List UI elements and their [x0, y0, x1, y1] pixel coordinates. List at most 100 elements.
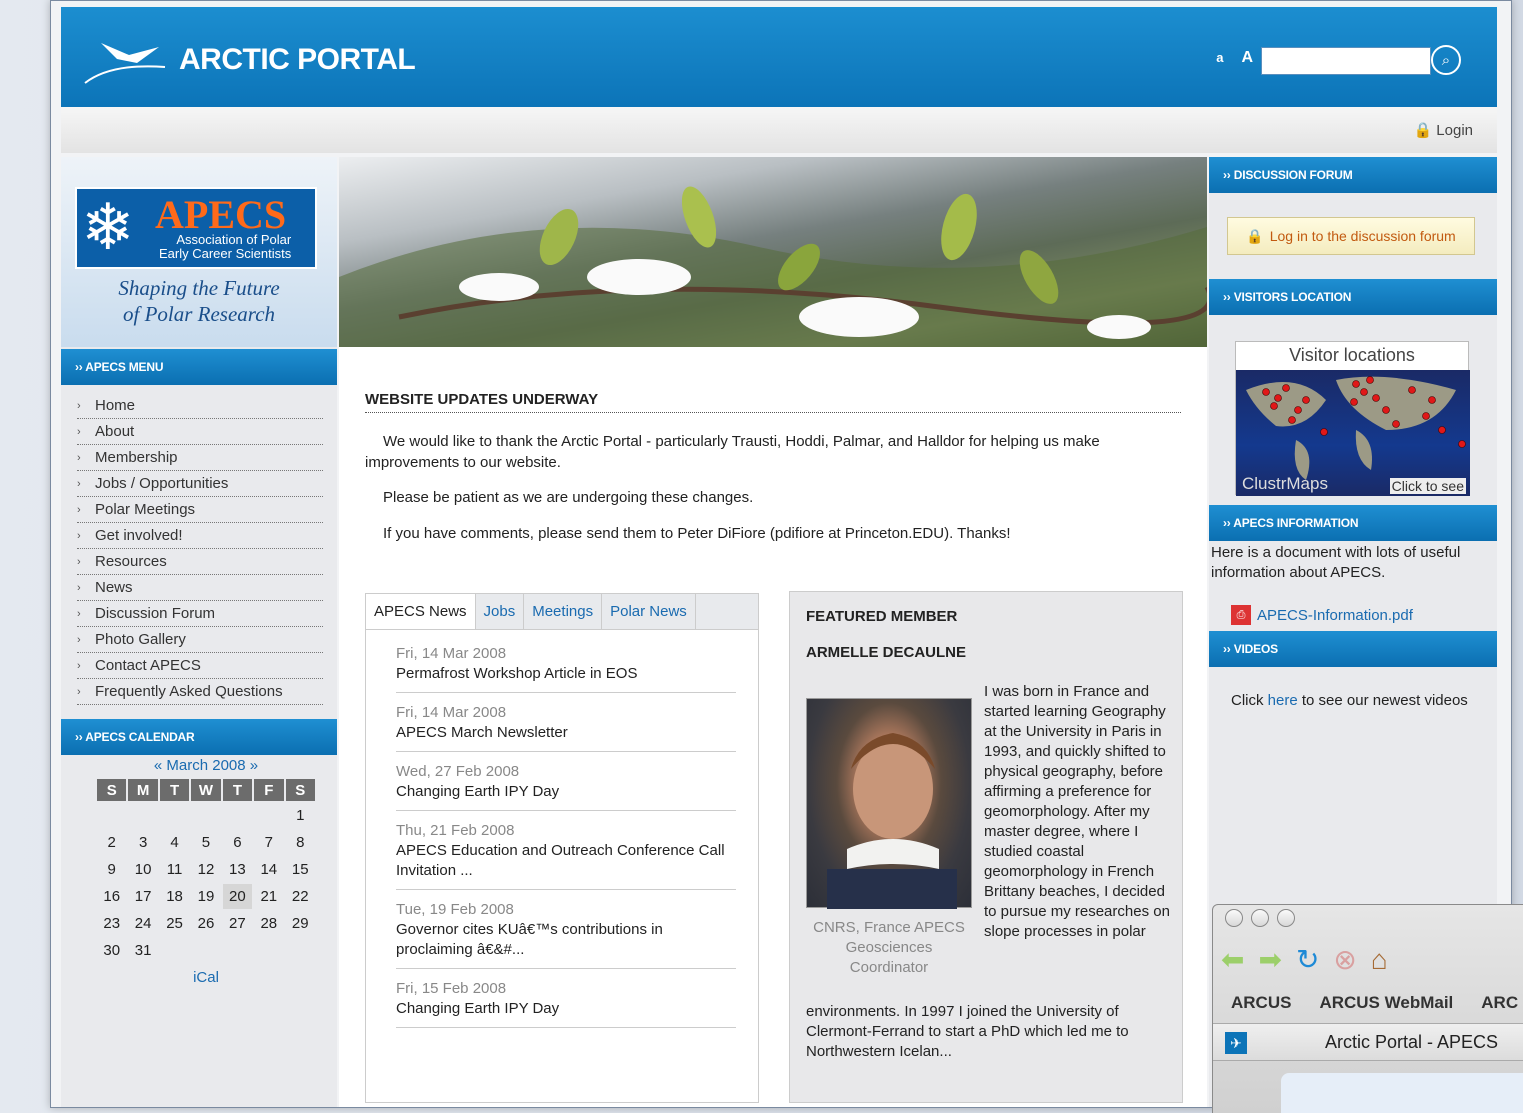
- calendar-day[interactable]: 11: [160, 857, 189, 882]
- menu-item[interactable]: › Polar Meetings: [77, 497, 323, 523]
- bookmark-item[interactable]: ARCUS: [1231, 993, 1291, 1013]
- calendar-day[interactable]: 18: [160, 884, 189, 909]
- apecs-tagline: Shaping the Future of Polar Research: [61, 275, 337, 327]
- menu-item[interactable]: › Discussion Forum: [77, 601, 323, 627]
- menu-item[interactable]: › About: [77, 419, 323, 445]
- forward-arrow-icon[interactable]: ➡: [1258, 943, 1281, 976]
- menu-item[interactable]: › Resources: [77, 549, 323, 575]
- browser-tab-title: Arctic Portal - APECS: [1325, 1032, 1499, 1052]
- ical-link[interactable]: iCal: [95, 969, 317, 986]
- forum-login-button[interactable]: 🔒 Log in to the discussion forum: [1227, 217, 1475, 255]
- tab-jobs[interactable]: Jobs: [476, 594, 525, 629]
- arctic-portal-logo[interactable]: ARCTIC PORTAL: [81, 33, 416, 87]
- tab-polar-news[interactable]: Polar News: [602, 594, 696, 629]
- close-window-button[interactable]: [1225, 909, 1243, 927]
- calendar-day[interactable]: 13: [223, 857, 252, 882]
- font-smaller-button[interactable]: a: [1216, 50, 1223, 65]
- calendar-day[interactable]: 27: [223, 911, 252, 936]
- calendar-day[interactable]: 25: [160, 911, 189, 936]
- info-text: Here is a document with lots of useful i…: [1211, 544, 1461, 581]
- news-title[interactable]: APECS March Newsletter: [396, 723, 736, 743]
- news-item[interactable]: Tue, 19 Feb 2008 Governor cites KUâ€™s co…: [396, 898, 736, 969]
- login-link[interactable]: 🔒 Login: [1414, 121, 1473, 140]
- calendar-day[interactable]: 6: [223, 830, 252, 855]
- calendar-day[interactable]: 29: [286, 911, 315, 936]
- news-title[interactable]: Permafrost Workshop Article in EOS: [396, 664, 736, 684]
- calendar-weekday: T: [159, 779, 190, 801]
- calendar-day[interactable]: 7: [254, 830, 283, 855]
- calendar-day[interactable]: 20: [222, 884, 253, 909]
- news-title[interactable]: APECS Education and Outreach Conference …: [396, 841, 736, 881]
- back-arrow-icon[interactable]: ⬅: [1221, 943, 1244, 976]
- calendar-day[interactable]: 10: [128, 857, 157, 882]
- calendar-day[interactable]: 9: [97, 857, 126, 882]
- stop-icon[interactable]: ⊗: [1333, 943, 1356, 976]
- calendar-day[interactable]: 14: [254, 857, 283, 882]
- minimize-window-button[interactable]: [1251, 909, 1269, 927]
- calendar-day[interactable]: 16: [97, 884, 126, 909]
- news-item[interactable]: Fri, 14 Mar 2008 Permafrost Workshop Arti…: [396, 642, 736, 693]
- calendar-day[interactable]: 2: [97, 830, 126, 855]
- menu-item[interactable]: › Frequently Asked Questions: [77, 679, 323, 705]
- calendar-day[interactable]: 3: [128, 830, 157, 855]
- apecs-logo-block[interactable]: ❄ APECS Association of Polar Early Caree…: [61, 157, 337, 347]
- menu-item[interactable]: › Contact APECS: [77, 653, 323, 679]
- news-title[interactable]: Changing Earth IPY Day: [396, 999, 736, 1019]
- calendar-day[interactable]: 1: [286, 803, 315, 828]
- calendar-day[interactable]: 5: [191, 830, 220, 855]
- home-icon[interactable]: ⌂: [1371, 944, 1388, 976]
- menu-item[interactable]: › Home: [77, 393, 323, 419]
- featured-member: FEATURED MEMBER ARMELLE DECAULNE CNRS, F…: [789, 591, 1183, 1103]
- banner-scene: [339, 186, 1207, 347]
- calendar-day[interactable]: 17: [128, 884, 157, 909]
- menu-item[interactable]: › Photo Gallery: [77, 627, 323, 653]
- calendar-day[interactable]: 30: [97, 938, 126, 963]
- news-item[interactable]: Thu, 21 Feb 2008 APECS Education and Outr…: [396, 819, 736, 890]
- calendar-day[interactable]: 24: [128, 911, 157, 936]
- menu-item[interactable]: › Membership: [77, 445, 323, 471]
- calendar-day[interactable]: 4: [160, 830, 189, 855]
- calendar-day[interactable]: 22: [286, 884, 315, 909]
- info-heading-label: APECS INFORMATION: [1233, 516, 1359, 530]
- videos-here-link[interactable]: here: [1268, 692, 1298, 709]
- calendar-grid: SMTWTFS 1 2 3 4 5 6 7 8 9 10 11 12 13 14 15 16 17 18 19 20 2…: [95, 777, 317, 965]
- map-title: Visitor locations: [1289, 345, 1415, 365]
- font-larger-button[interactable]: A: [1241, 49, 1253, 67]
- calendar-day[interactable]: 15: [286, 857, 315, 882]
- tab-apecs-news[interactable]: APECS News: [366, 594, 476, 629]
- calendar-empty-cell: [223, 803, 252, 828]
- calendar-day[interactable]: 8: [286, 830, 315, 855]
- calendar-next-button[interactable]: »: [250, 757, 258, 774]
- news-title[interactable]: Changing Earth IPY Day: [396, 782, 736, 802]
- calendar-prev-button[interactable]: «: [154, 757, 162, 774]
- browser-tab[interactable]: ✈ Arctic Portal - APECS: [1213, 1023, 1523, 1061]
- calendar-weekday: T: [222, 779, 253, 801]
- calendar-day[interactable]: 12: [191, 857, 220, 882]
- zoom-window-button[interactable]: [1277, 909, 1295, 927]
- pdf-link[interactable]: ⎙ APECS-Information.pdf: [1231, 605, 1413, 625]
- tab-meetings[interactable]: Meetings: [524, 594, 603, 629]
- clustrmaps-widget[interactable]: Visitor locations ClustrMaps Click to se…: [1235, 341, 1470, 496]
- reload-icon[interactable]: ↻: [1296, 943, 1319, 976]
- search-input[interactable]: [1261, 47, 1431, 75]
- calendar-day[interactable]: 23: [97, 911, 126, 936]
- news-item[interactable]: Fri, 15 Feb 2008 Changing Earth IPY Day: [396, 977, 736, 1028]
- apecs-menu: › Home › About › Membership › Jobs / Opportunit…: [77, 393, 323, 705]
- menu-item[interactable]: › News: [77, 575, 323, 601]
- bookmark-item[interactable]: ARCUS WebMail: [1319, 993, 1453, 1013]
- news-item[interactable]: Fri, 14 Mar 2008 APECS March Newsletter: [396, 701, 736, 752]
- search-icon[interactable]: ⌕: [1431, 45, 1461, 75]
- calendar-day[interactable]: 21: [254, 884, 283, 909]
- calendar-day[interactable]: 19: [191, 884, 220, 909]
- news-title[interactable]: Governor cites KUâ€™s contributions in p…: [396, 920, 736, 960]
- bookmark-item[interactable]: ARC: [1481, 993, 1518, 1013]
- news-item[interactable]: Wed, 27 Feb 2008 Changing Earth IPY Day: [396, 760, 736, 811]
- news-date: Thu, 21 Feb 2008: [396, 822, 515, 839]
- menu-item[interactable]: › Get involved!: [77, 523, 323, 549]
- calendar-empty-cell: [160, 803, 189, 828]
- calendar-day[interactable]: 28: [254, 911, 283, 936]
- calendar-weekday: S: [285, 779, 315, 801]
- menu-item[interactable]: › Jobs / Opportunities: [77, 471, 323, 497]
- calendar-day[interactable]: 26: [191, 911, 220, 936]
- calendar-day[interactable]: 31: [128, 938, 157, 963]
